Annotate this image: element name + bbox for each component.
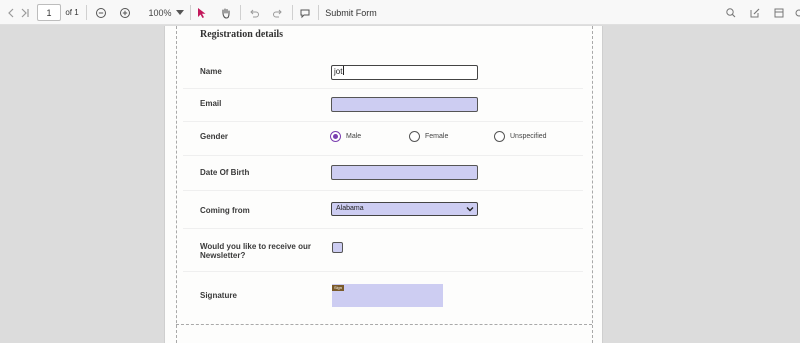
text-caret: [343, 66, 344, 75]
toolbar-divider: [240, 5, 241, 20]
redo-icon[interactable]: [270, 0, 286, 25]
toolbar-divider: [190, 5, 191, 20]
gender-radio-unspecified[interactable]: [494, 131, 505, 142]
date-of-birth-field[interactable]: [331, 165, 478, 180]
signature-field[interactable]: [332, 284, 443, 307]
gender-radio-male[interactable]: [330, 131, 341, 142]
gender-option-label: Unspecified: [510, 133, 547, 140]
row-divider: [183, 121, 583, 122]
newsletter-checkbox[interactable]: [332, 242, 343, 253]
newsletter-label-line2: Newsletter?: [200, 251, 246, 260]
email-field[interactable]: [331, 97, 478, 112]
edit-annotation-icon[interactable]: [747, 0, 763, 25]
name-field[interactable]: jot: [331, 65, 478, 80]
undo-icon[interactable]: [246, 0, 262, 25]
gender-option-label: Female: [425, 133, 449, 140]
page-margin-guide: [176, 324, 592, 325]
viewer-toolbar: 1 of 1 100% Submit Form: [0, 0, 800, 25]
submit-form-button[interactable]: Submit Form: [325, 0, 377, 25]
page-margin-guide: [176, 26, 177, 343]
gender-radio-female[interactable]: [409, 131, 420, 142]
name-label: Name: [200, 67, 222, 76]
zoom-out-icon[interactable]: [93, 0, 109, 25]
row-divider: [183, 88, 583, 89]
row-divider: [183, 190, 583, 191]
email-label: Email: [200, 99, 222, 108]
zoom-dropdown-icon[interactable]: [173, 0, 187, 25]
form-title: Registration details: [200, 29, 284, 40]
select-cursor-icon[interactable]: [194, 0, 210, 25]
toolbar-divider: [292, 5, 293, 20]
signature-tag: Sign: [332, 285, 344, 291]
coming-from-value: Alabama: [336, 205, 364, 212]
page-margin-guide: [592, 26, 593, 343]
coming-from-select[interactable]: Alabama: [331, 202, 478, 216]
zoom-level[interactable]: 100%: [148, 0, 172, 25]
page-total: of 1: [65, 8, 79, 17]
pan-hand-icon[interactable]: [218, 0, 234, 25]
gender-option-label: Male: [346, 133, 362, 140]
row-divider: [183, 228, 583, 229]
last-page-icon[interactable]: [17, 0, 33, 25]
search-icon[interactable]: [723, 0, 739, 25]
toolbar-divider: [318, 5, 319, 20]
chevron-down-icon: [466, 205, 474, 218]
row-divider: [183, 155, 583, 156]
page-number-input[interactable]: 1: [37, 4, 61, 21]
toolbar-divider: [86, 5, 87, 20]
coming-from-label: Coming from: [200, 206, 250, 215]
gender-label: Gender: [200, 132, 229, 141]
more-options-icon[interactable]: [793, 0, 800, 25]
comment-icon[interactable]: [297, 0, 313, 25]
dob-label: Date Of Birth: [200, 168, 250, 177]
zoom-in-icon[interactable]: [117, 0, 133, 25]
row-divider: [183, 271, 583, 272]
form-fields-icon[interactable]: [771, 0, 787, 25]
signature-label: Signature: [200, 291, 237, 300]
